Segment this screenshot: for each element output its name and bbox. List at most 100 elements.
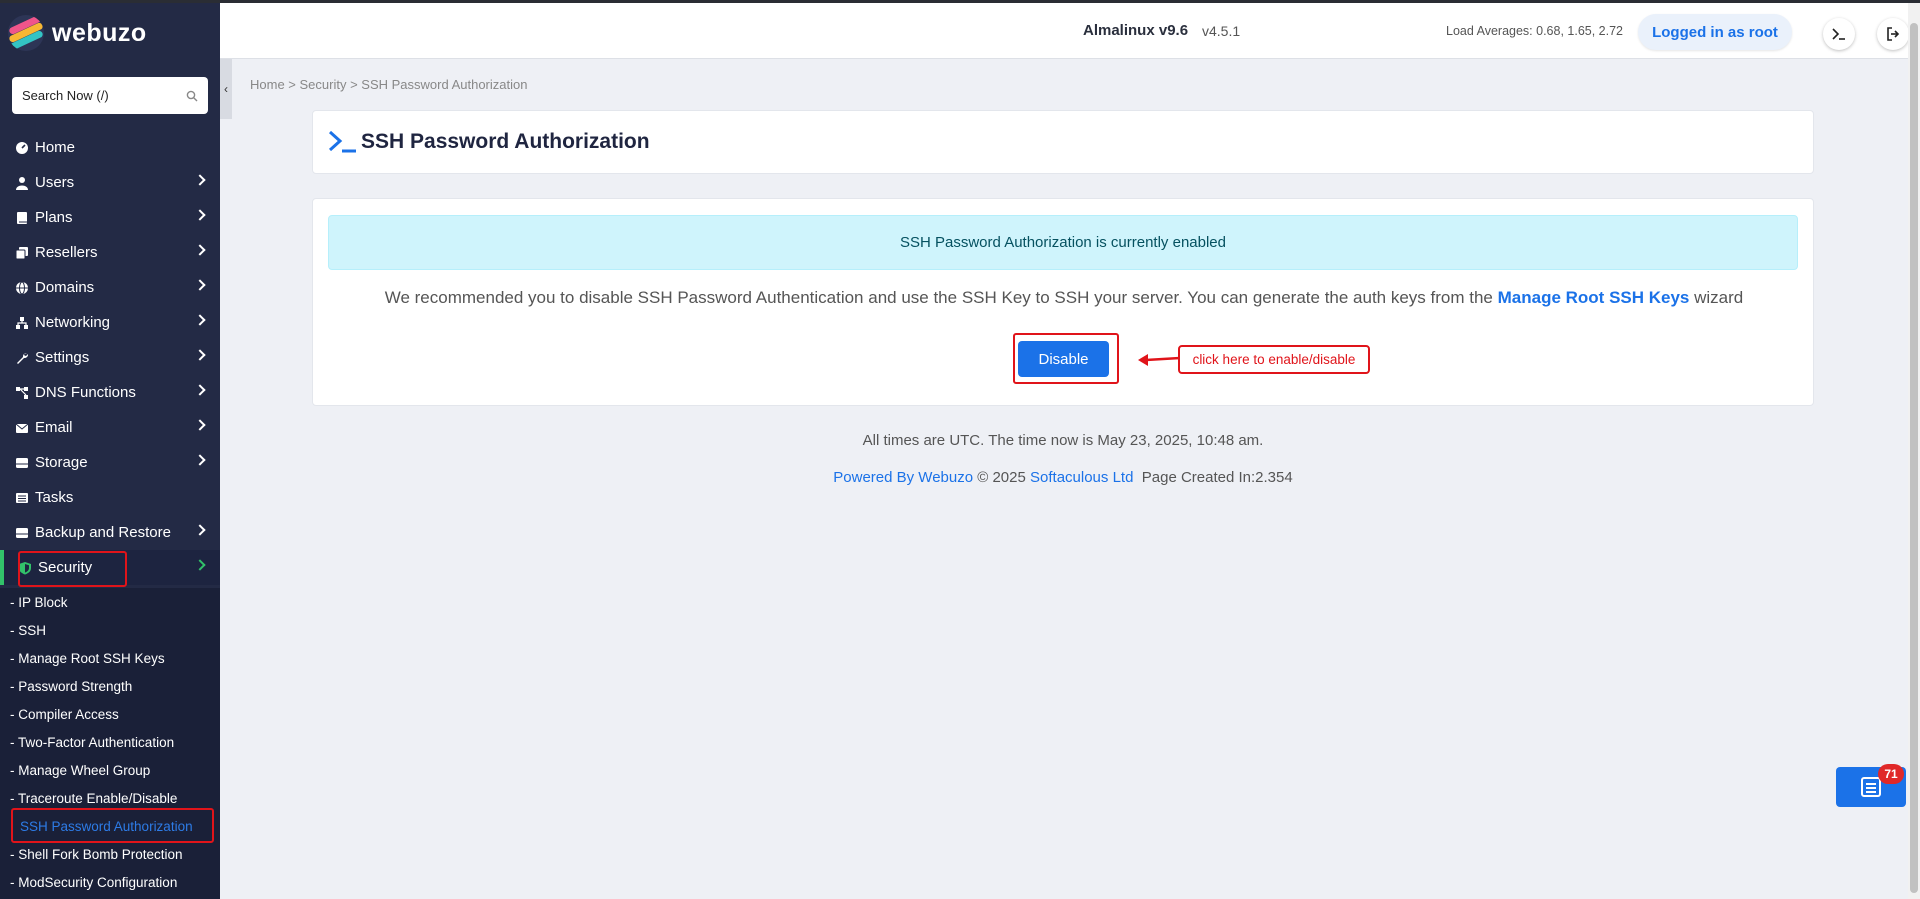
- submenu-item-manage-root-ssh-keys[interactable]: - Manage Root SSH Keys: [0, 644, 220, 672]
- user-icon: [15, 176, 29, 190]
- book-icon: [15, 211, 29, 225]
- sidebar-item-tasks[interactable]: Tasks: [0, 480, 220, 515]
- envelope-icon: [15, 421, 29, 435]
- hdd-icon: [15, 456, 29, 470]
- sidebar-item-label: Home: [35, 139, 76, 156]
- sidebar-item-label: Domains: [35, 279, 95, 296]
- submenu-item-ip-block[interactable]: - IP Block: [0, 588, 220, 616]
- submenu-item-ssh[interactable]: - SSH: [0, 616, 220, 644]
- os-name: Almalinux v9.6: [1083, 22, 1189, 39]
- submenu-item-label: - Password Strength: [10, 678, 133, 694]
- sidebar-item-plans[interactable]: Plans: [0, 200, 220, 235]
- highlight-box: [18, 551, 127, 587]
- copyright: © 2025: [977, 469, 1026, 486]
- submenu-item-label: - Shell Fork Bomb Protection: [10, 846, 183, 862]
- notifications-button[interactable]: 71: [1836, 764, 1906, 807]
- sidebar-item-networking[interactable]: Networking: [0, 305, 220, 340]
- sidebar-item-label: DNS Functions: [35, 384, 136, 401]
- sidebar-item-email[interactable]: Email: [0, 410, 220, 445]
- sidebar-item-storage[interactable]: Storage: [0, 445, 220, 480]
- globe-icon: [15, 281, 29, 295]
- breadcrumb[interactable]: Home > Security > SSH Password Authoriza…: [250, 77, 527, 92]
- submenu-item-two-factor-authentication[interactable]: - Two-Factor Authentication: [0, 728, 220, 756]
- network-icon: [15, 316, 29, 330]
- sidebar-item-security[interactable]: Security: [0, 550, 220, 587]
- terminal-prompt-icon: [328, 130, 356, 153]
- sidebar-item-label: Users: [35, 174, 75, 191]
- submenu-item-password-strength[interactable]: - Password Strength: [0, 672, 220, 700]
- manage-root-ssh-keys-link[interactable]: Manage Root SSH Keys: [1498, 288, 1690, 307]
- submenu-item-modsecurity-configuration[interactable]: - ModSecurity Configuration: [0, 868, 220, 896]
- recommendation-suffix: wizard: [1694, 288, 1744, 307]
- chevron-right-icon: [194, 454, 206, 466]
- chevron-right-icon: [194, 244, 206, 256]
- powered-by-link[interactable]: Powered By Webuzo: [833, 469, 973, 486]
- annotation-label: click here to enable/disable: [1178, 345, 1370, 374]
- chevron-right-icon: [194, 209, 206, 221]
- submenu-item-ssh-password-authorization[interactable]: SSH Password Authorization: [0, 808, 220, 843]
- page-created: Page Created In:2.354: [1141, 469, 1293, 486]
- chevron-right-icon: [194, 279, 206, 291]
- sidebar-item-label: Storage: [35, 454, 88, 471]
- page-title: SSH Password Authorization: [361, 130, 650, 153]
- chevron-right-icon: [194, 349, 206, 361]
- page-scrollbar[interactable]: [1908, 3, 1920, 899]
- sidebar-item-users[interactable]: Users: [0, 165, 220, 200]
- submenu-item-label: - Manage Root SSH Keys: [10, 650, 165, 666]
- wrench-icon: [15, 351, 29, 365]
- sidebar-item-label: Networking: [35, 314, 111, 331]
- chevron-right-icon: [194, 419, 206, 431]
- company-link[interactable]: Softaculous Ltd: [1030, 469, 1133, 486]
- security-submenu: - IP Block - SSH - Manage Root SSH Keys - P…: [0, 588, 220, 899]
- sidebar-item-label: Backup and Restore: [35, 524, 171, 541]
- load-averages: Load Averages: 0.68, 1.65, 2.72: [1446, 24, 1623, 38]
- submenu-item-shell-fork-bomb-protection[interactable]: - Shell Fork Bomb Protection: [0, 840, 220, 868]
- submenu-item-manage-wheel-group[interactable]: - Manage Wheel Group: [0, 756, 220, 784]
- chevron-right-icon: [194, 524, 206, 536]
- search-input[interactable]: [22, 88, 186, 103]
- chevron-right-icon: [194, 384, 206, 396]
- sidebar-menu: Home Users Plans Resellers Domains Networking…: [0, 130, 220, 587]
- sidebar-collapse-button[interactable]: ‹: [220, 59, 232, 119]
- copy-icon: [15, 246, 29, 260]
- chevron-right-icon: [194, 314, 206, 326]
- sidebar-item-label: Tasks: [35, 489, 74, 506]
- sidebar-item-settings[interactable]: Settings: [0, 340, 220, 375]
- sidebar-item-label: Resellers: [35, 244, 98, 261]
- annotation-arrow: [1138, 354, 1181, 366]
- submenu-item-compiler-access[interactable]: - Compiler Access: [0, 700, 220, 728]
- recommendation-text: We recommended you to disable SSH Passwo…: [313, 288, 1815, 308]
- sitemap-icon: [15, 386, 29, 400]
- sidebar: webuzo Home Users Plans Resellers Domains Net…: [0, 3, 220, 899]
- disable-button[interactable]: Disable: [1018, 341, 1109, 377]
- webuzo-logo-icon: [8, 15, 44, 51]
- sidebar-item-label: Plans: [35, 209, 73, 226]
- logout-button[interactable]: [1877, 18, 1909, 50]
- sidebar-item-label: Email: [35, 419, 73, 436]
- search-box: [12, 77, 208, 114]
- sidebar-item-home[interactable]: Home: [0, 130, 220, 165]
- highlight-box: [11, 808, 214, 843]
- submenu-item-label: - SSH: [10, 622, 47, 638]
- logged-in-user-button[interactable]: Logged in as root: [1638, 14, 1792, 50]
- recommendation-body: We recommended you to disable SSH Passwo…: [384, 288, 1493, 307]
- terminal-button[interactable]: [1823, 18, 1855, 50]
- ssh-auth-card: SSH Password Authorization is currently …: [312, 198, 1814, 406]
- chevron-left-icon: ‹: [224, 82, 228, 96]
- terminal-icon: [1832, 28, 1845, 40]
- submenu-item-label: - Two-Factor Authentication: [10, 734, 175, 750]
- logo[interactable]: webuzo: [8, 15, 147, 51]
- logout-icon: [1887, 27, 1900, 41]
- submenu-item-label: - Manage Wheel Group: [10, 762, 151, 778]
- search-icon[interactable]: [186, 90, 198, 102]
- sidebar-item-label: Settings: [35, 349, 90, 366]
- sidebar-item-dns-functions[interactable]: DNS Functions: [0, 375, 220, 410]
- footer: Powered By Webuzo © 2025 Softaculous Ltd…: [312, 469, 1814, 486]
- sidebar-item-domains[interactable]: Domains: [0, 270, 220, 305]
- sidebar-item-resellers[interactable]: Resellers: [0, 235, 220, 270]
- top-header: Almalinux v9.6 v4.5.1 Load Averages: 0.6…: [220, 3, 1909, 59]
- webuzo-version: v4.5.1: [1202, 23, 1241, 39]
- hdd-icon: [15, 526, 29, 540]
- scrollbar-thumb[interactable]: [1910, 23, 1918, 893]
- sidebar-item-backup-and-restore[interactable]: Backup and Restore: [0, 515, 220, 550]
